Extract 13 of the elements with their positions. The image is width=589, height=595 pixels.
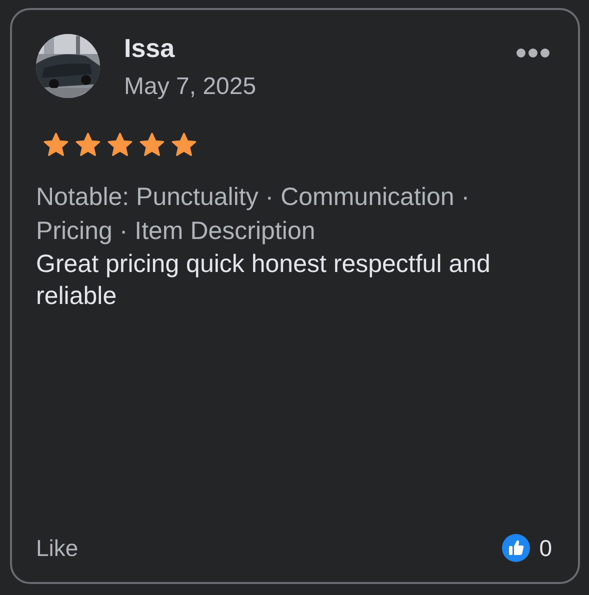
like-link[interactable]: Like: [36, 534, 502, 562]
like-count: 0: [539, 534, 552, 562]
star-icon: [171, 132, 197, 158]
star-icon: [75, 132, 101, 158]
review-date: May 7, 2025: [124, 72, 256, 102]
author-name[interactable]: Issa: [124, 32, 175, 64]
more-options-icon[interactable]: [516, 48, 550, 58]
notable-tags: Notable: Punctuality · Communication · Pricing · Item Description: [36, 180, 536, 248]
star-icon: [107, 132, 133, 158]
star-icon: [139, 132, 165, 158]
thumbs-up-icon: [502, 534, 530, 562]
star-icon: [43, 132, 69, 158]
review-text: Great pricing quick honest respectful and reliable: [36, 249, 492, 312]
